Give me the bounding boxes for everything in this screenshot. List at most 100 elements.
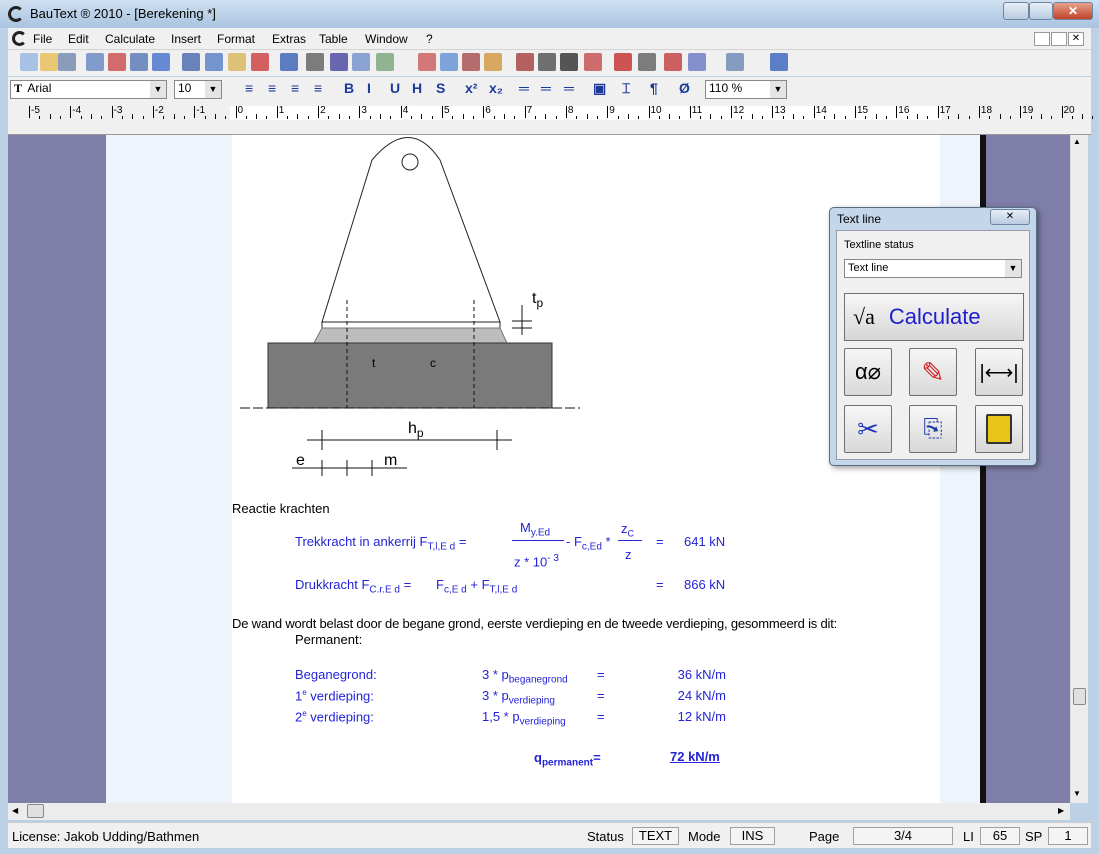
vertical-scrollbar[interactable]: ▲ ▼ bbox=[1070, 135, 1088, 803]
panel-close-button[interactable]: ✕ bbox=[990, 209, 1030, 225]
numbering-icon[interactable] bbox=[440, 53, 458, 71]
chevron-down-icon[interactable]: ▼ bbox=[1005, 260, 1021, 277]
pilcrow-icon[interactable]: ¶ bbox=[650, 80, 658, 96]
maximize-button[interactable] bbox=[1029, 2, 1053, 20]
table-icon[interactable] bbox=[352, 53, 370, 71]
ruler-tick bbox=[276, 106, 278, 118]
calculate-button[interactable]: √a Calculate bbox=[844, 293, 1024, 341]
align-center-icon[interactable]: ≡ bbox=[268, 80, 276, 96]
new-document-icon[interactable] bbox=[20, 53, 38, 71]
ruler[interactable]: -5 -4 -3 -2 -1 0 1 2 3 4 5 6 7 8 9 10 11 12 13 14 15 16 17 18 19… bbox=[8, 102, 1094, 135]
hidden-icon[interactable]: H bbox=[412, 80, 422, 96]
width-button[interactable]: |⟷| bbox=[975, 348, 1023, 396]
menu-insert[interactable]: Insert bbox=[171, 32, 201, 46]
load-formula: 3 * pbeganegrond bbox=[482, 667, 568, 686]
archive-icon[interactable] bbox=[484, 53, 502, 71]
ruler-label: 6 bbox=[485, 105, 491, 116]
menu-calculate[interactable]: Calculate bbox=[105, 32, 155, 46]
pencil-button[interactable]: ✎ bbox=[909, 348, 957, 396]
spell-check-icon[interactable] bbox=[152, 53, 170, 71]
layout-icon[interactable] bbox=[726, 53, 744, 71]
menu-file[interactable]: File bbox=[33, 32, 52, 46]
sum-icon[interactable] bbox=[560, 53, 578, 71]
cut-button[interactable]: ✂ bbox=[844, 405, 892, 453]
color-icon[interactable]: ▣ bbox=[593, 80, 606, 97]
scroll-left-icon[interactable]: ◀ bbox=[12, 806, 18, 815]
variable-icon[interactable] bbox=[330, 53, 348, 71]
menu-window[interactable]: Window bbox=[365, 32, 408, 46]
object-icon[interactable] bbox=[376, 53, 394, 71]
align-left-icon[interactable]: ≡ bbox=[245, 80, 253, 96]
page-layout-icon[interactable] bbox=[418, 53, 436, 71]
minimize-button[interactable] bbox=[1003, 2, 1029, 20]
color-grid-icon[interactable] bbox=[688, 53, 706, 71]
fraction-line bbox=[512, 540, 564, 541]
italic-icon[interactable]: I bbox=[367, 80, 371, 96]
mdi-restore-button[interactable] bbox=[1051, 32, 1067, 46]
line-triple-icon[interactable]: ═ bbox=[564, 80, 574, 96]
zoom-select[interactable]: 110 % ▼ bbox=[705, 80, 787, 99]
font-icon: T bbox=[14, 81, 23, 95]
justify-icon[interactable]: ≡ bbox=[314, 80, 322, 96]
chevron-down-icon[interactable]: ▼ bbox=[770, 81, 786, 98]
font-size-select[interactable]: 10 ▼ bbox=[174, 80, 222, 99]
pdf-icon[interactable] bbox=[108, 53, 126, 71]
textline-status-select[interactable]: Text line ▼ bbox=[844, 259, 1022, 278]
help-icon[interactable] bbox=[770, 53, 788, 71]
mdi-close-button[interactable]: ✕ bbox=[1068, 32, 1084, 46]
check-mark-icon[interactable] bbox=[614, 53, 632, 71]
style-icon[interactable]: ⌶ bbox=[622, 80, 630, 97]
page-value: 3/4 bbox=[853, 827, 953, 845]
tools-icon[interactable] bbox=[638, 53, 656, 71]
menu-format[interactable]: Format bbox=[217, 32, 255, 46]
print-preview-icon[interactable] bbox=[86, 53, 104, 71]
save-icon[interactable] bbox=[58, 53, 76, 71]
alpha-slash-button[interactable]: α⌀ bbox=[844, 348, 892, 396]
font-size-value: 10 bbox=[178, 81, 192, 95]
menu-extras[interactable]: Extras bbox=[272, 32, 306, 46]
bold-icon[interactable]: B bbox=[344, 80, 354, 96]
find-icon[interactable] bbox=[306, 53, 324, 71]
line-single-icon[interactable]: ═ bbox=[519, 80, 529, 96]
font-select[interactable]: T Arial ▼ bbox=[10, 80, 167, 99]
mdi-minimize-button[interactable] bbox=[1034, 32, 1050, 46]
menu-help[interactable]: ? bbox=[426, 32, 433, 46]
line-double-icon[interactable]: ═ bbox=[541, 80, 551, 96]
scroll-right-icon[interactable]: ▶ bbox=[1058, 806, 1064, 815]
close-button[interactable]: ✕ bbox=[1053, 2, 1093, 20]
rotate-icon[interactable] bbox=[584, 53, 602, 71]
bookmark-icon[interactable] bbox=[664, 53, 682, 71]
ruler-tick bbox=[29, 106, 30, 118]
sqrt-icon[interactable] bbox=[538, 53, 556, 71]
paste-icon[interactable] bbox=[228, 53, 246, 71]
scroll-up-icon[interactable]: ▲ bbox=[1073, 137, 1081, 146]
scroll-down-icon[interactable]: ▼ bbox=[1073, 789, 1081, 798]
copy-icon[interactable] bbox=[205, 53, 223, 71]
print-icon[interactable] bbox=[130, 53, 148, 71]
open-folder-icon[interactable] bbox=[40, 53, 58, 71]
cut-icon[interactable] bbox=[182, 53, 200, 71]
format-clear-icon[interactable] bbox=[251, 53, 269, 71]
strikethrough-icon[interactable]: S bbox=[436, 80, 445, 96]
superscript-icon[interactable]: x² bbox=[465, 80, 477, 96]
chevron-down-icon[interactable]: ▼ bbox=[150, 81, 166, 98]
subscript-icon[interactable]: x₂ bbox=[489, 80, 503, 96]
underline-icon[interactable]: U bbox=[390, 80, 400, 96]
horizontal-scrollbar[interactable]: ◀ ▶ bbox=[8, 803, 1070, 820]
book-icon[interactable] bbox=[462, 53, 480, 71]
undo-icon[interactable] bbox=[280, 53, 298, 71]
align-right-icon[interactable]: ≡ bbox=[291, 80, 299, 96]
paragraph: De wand wordt belast door de begane gron… bbox=[232, 616, 838, 631]
menu-table[interactable]: Table bbox=[319, 32, 348, 46]
load-equals: = bbox=[597, 667, 605, 682]
diameter-icon[interactable]: Ø bbox=[679, 80, 690, 96]
scroll-thumb[interactable] bbox=[27, 804, 44, 818]
chevron-down-icon[interactable]: ▼ bbox=[205, 81, 221, 98]
paste-button[interactable] bbox=[975, 405, 1023, 453]
calc-check-icon[interactable] bbox=[516, 53, 534, 71]
ruler-tick bbox=[359, 106, 361, 118]
status-bar: License: Jakob Udding/Bathmen Status TEX… bbox=[8, 822, 1091, 848]
copy-button[interactable]: ⎘ bbox=[909, 405, 957, 453]
menu-edit[interactable]: Edit bbox=[68, 32, 89, 46]
scroll-thumb[interactable] bbox=[1073, 688, 1086, 705]
